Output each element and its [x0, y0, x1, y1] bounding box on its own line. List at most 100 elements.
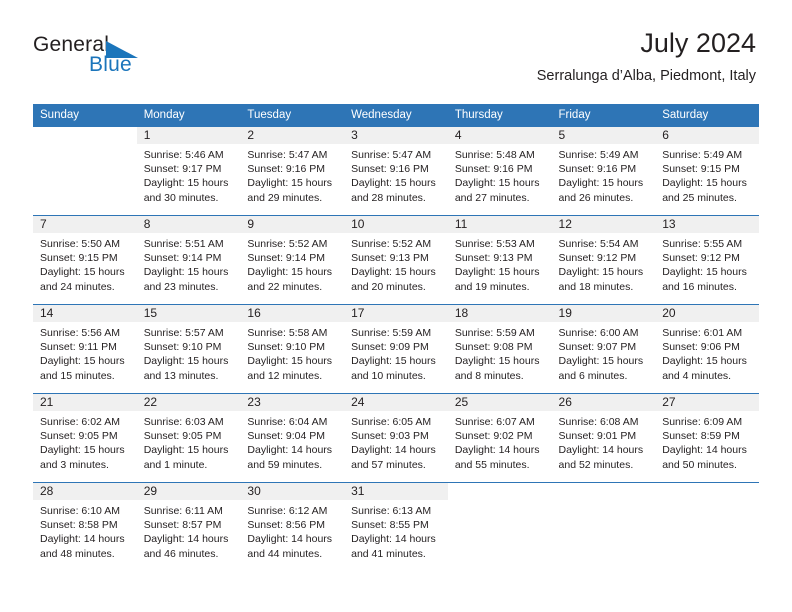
- calendar-day-cell[interactable]: 22 Sunrise: 6:03 AM Sunset: 9:05 PM Dayligh…: [136, 393, 241, 483]
- page-title: July 2024: [640, 28, 756, 58]
- daylight-duration-line2: and 6 minutes.: [558, 369, 628, 382]
- calendar-day-cell[interactable]: 2 Sunrise: 5:47 AM Sunset: 9:16 PM Daylight…: [240, 126, 345, 216]
- day-cell-inner: [552, 483, 656, 571]
- day-cell-inner: 5 Sunrise: 5:49 AM Sunset: 9:16 PM Daylight…: [551, 127, 656, 215]
- calendar-week-row: 21 Sunrise: 6:02 AM Sunset: 9:05 PM Dayligh…: [33, 393, 759, 483]
- day-number: 23: [240, 394, 345, 411]
- calendar-day-cell[interactable]: 31 Sunrise: 6:13 AM Sunset: 8:55 PM Dayligh…: [344, 482, 448, 571]
- day-details: Sunrise: 6:09 AM Sunset: 8:59 PM Daylight:…: [655, 411, 759, 472]
- day-cell-inner: 23 Sunrise: 6:04 AM Sunset: 9:04 PM Dayligh…: [240, 394, 345, 482]
- calendar-day-cell[interactable]: 10 Sunrise: 5:52 AM Sunset: 9:13 PM Dayligh…: [344, 215, 448, 305]
- day-number: [33, 127, 137, 144]
- calendar-day-cell[interactable]: 1 Sunrise: 5:46 AM Sunset: 9:17 PM Daylight…: [136, 126, 241, 216]
- calendar-day-cell-empty: [447, 482, 552, 571]
- weekday-header-saturday: Saturday: [655, 104, 759, 127]
- day-cell-inner: 14 Sunrise: 5:56 AM Sunset: 9:11 PM Dayligh…: [33, 305, 137, 393]
- day-number: 9: [240, 216, 345, 233]
- calendar-day-cell[interactable]: 13 Sunrise: 5:55 AM Sunset: 9:12 PM Dayligh…: [655, 215, 759, 305]
- day-number: 13: [655, 216, 759, 233]
- calendar-day-cell[interactable]: 16 Sunrise: 5:58 AM Sunset: 9:10 PM Dayligh…: [240, 304, 345, 394]
- calendar-day-cell[interactable]: 25 Sunrise: 6:07 AM Sunset: 9:02 PM Dayligh…: [447, 393, 552, 483]
- calendar-day-cell[interactable]: 29 Sunrise: 6:11 AM Sunset: 8:57 PM Dayligh…: [136, 482, 241, 571]
- day-details: Sunrise: 5:59 AM Sunset: 9:08 PM Daylight:…: [448, 322, 552, 383]
- daylight-duration-line2: and 46 minutes.: [143, 547, 219, 560]
- calendar-day-cell[interactable]: 30 Sunrise: 6:12 AM Sunset: 8:56 PM Dayligh…: [240, 482, 345, 571]
- calendar-day-cell[interactable]: 8 Sunrise: 5:51 AM Sunset: 9:14 PM Daylight…: [136, 215, 241, 305]
- weekday-header-tuesday: Tuesday: [240, 104, 345, 127]
- calendar-day-cell[interactable]: 19 Sunrise: 6:00 AM Sunset: 9:07 PM Dayligh…: [551, 304, 656, 394]
- daylight-duration-line1: Daylight: 15 hours: [247, 266, 333, 279]
- calendar-day-cell[interactable]: 28 Sunrise: 6:10 AM Sunset: 8:58 PM Dayligh…: [33, 482, 137, 571]
- calendar-day-cell[interactable]: 9 Sunrise: 5:52 AM Sunset: 9:14 PM Daylight…: [240, 215, 345, 305]
- sunrise-time: Sunrise: 5:52 AM: [351, 238, 432, 250]
- daylight-duration-line1: Daylight: 14 hours: [351, 533, 436, 546]
- sunrise-time: Sunrise: 5:52 AM: [247, 238, 328, 250]
- day-details: Sunrise: 6:07 AM Sunset: 9:02 PM Daylight:…: [448, 411, 552, 472]
- day-details: Sunrise: 6:10 AM Sunset: 8:58 PM Daylight:…: [33, 500, 137, 561]
- daylight-duration-line1: Daylight: 15 hours: [662, 177, 747, 190]
- calendar-day-cell[interactable]: 14 Sunrise: 5:56 AM Sunset: 9:11 PM Dayligh…: [33, 304, 137, 394]
- day-cell-inner: 13 Sunrise: 5:55 AM Sunset: 9:12 PM Dayligh…: [655, 216, 759, 304]
- calendar-day-cell[interactable]: 27 Sunrise: 6:09 AM Sunset: 8:59 PM Dayligh…: [655, 393, 759, 483]
- daylight-duration-line2: and 27 minutes.: [454, 191, 530, 204]
- day-number: 11: [447, 216, 552, 233]
- calendar-day-cell[interactable]: 21 Sunrise: 6:02 AM Sunset: 9:05 PM Dayligh…: [33, 393, 137, 483]
- sunrise-time: Sunrise: 5:56 AM: [40, 327, 120, 339]
- daylight-duration-line1: Daylight: 15 hours: [143, 177, 229, 190]
- day-cell-inner: 1 Sunrise: 5:46 AM Sunset: 9:17 PM Daylight…: [136, 127, 241, 215]
- day-details: Sunrise: 6:02 AM Sunset: 9:05 PM Daylight:…: [33, 411, 137, 472]
- day-cell-inner: 8 Sunrise: 5:51 AM Sunset: 9:14 PM Daylight…: [136, 216, 241, 304]
- sunset-time: Sunset: 9:04 PM: [247, 430, 326, 443]
- daylight-duration-line1: Daylight: 15 hours: [143, 266, 229, 279]
- day-cell-inner: 4 Sunrise: 5:48 AM Sunset: 9:16 PM Daylight…: [447, 127, 552, 215]
- daylight-duration-line2: and 13 minutes.: [143, 369, 219, 382]
- day-cell-inner: 3 Sunrise: 5:47 AM Sunset: 9:16 PM Daylight…: [344, 127, 448, 215]
- calendar-day-cell[interactable]: 3 Sunrise: 5:47 AM Sunset: 9:16 PM Daylight…: [344, 126, 448, 216]
- day-details: Sunrise: 5:52 AM Sunset: 9:13 PM Daylight:…: [344, 233, 448, 294]
- calendar-day-cell[interactable]: 26 Sunrise: 6:08 AM Sunset: 9:01 PM Dayligh…: [551, 393, 656, 483]
- daylight-duration-line2: and 59 minutes.: [247, 458, 323, 471]
- calendar-day-cell[interactable]: 6 Sunrise: 5:49 AM Sunset: 9:15 PM Daylight…: [655, 126, 759, 216]
- calendar-day-cell[interactable]: 24 Sunrise: 6:05 AM Sunset: 9:03 PM Dayligh…: [344, 393, 448, 483]
- calendar-day-cell[interactable]: 20 Sunrise: 6:01 AM Sunset: 9:06 PM Dayligh…: [655, 304, 759, 394]
- calendar-day-cell[interactable]: 4 Sunrise: 5:48 AM Sunset: 9:16 PM Daylight…: [447, 126, 552, 216]
- general-blue-logo[interactable]: General Blue: [33, 33, 153, 81]
- daylight-duration-line2: and 16 minutes.: [662, 280, 737, 293]
- sunset-time: Sunset: 9:02 PM: [454, 430, 533, 443]
- calendar-day-cell[interactable]: 5 Sunrise: 5:49 AM Sunset: 9:16 PM Daylight…: [551, 126, 656, 216]
- daylight-duration-line2: and 44 minutes.: [247, 547, 323, 560]
- day-cell-inner: 28 Sunrise: 6:10 AM Sunset: 8:58 PM Dayligh…: [33, 483, 137, 571]
- sunrise-time: Sunrise: 5:47 AM: [247, 149, 328, 161]
- daylight-duration-line1: Daylight: 15 hours: [454, 177, 540, 190]
- day-details: Sunrise: 5:53 AM Sunset: 9:13 PM Daylight:…: [448, 233, 552, 294]
- day-number: 19: [551, 305, 656, 322]
- calendar-day-cell[interactable]: 15 Sunrise: 5:57 AM Sunset: 9:10 PM Dayligh…: [136, 304, 241, 394]
- day-number: 7: [33, 216, 137, 233]
- sunset-time: Sunset: 9:10 PM: [247, 341, 326, 354]
- calendar-day-cell[interactable]: 18 Sunrise: 5:59 AM Sunset: 9:08 PM Dayligh…: [447, 304, 552, 394]
- daylight-duration-line1: Daylight: 14 hours: [247, 444, 333, 457]
- daylight-duration-line1: Daylight: 15 hours: [351, 266, 436, 279]
- day-number: 31: [344, 483, 448, 500]
- weekday-header-sunday: Sunday: [33, 104, 137, 127]
- day-number: 10: [344, 216, 448, 233]
- calendar-body: 1 Sunrise: 5:46 AM Sunset: 9:17 PM Daylight…: [33, 126, 759, 571]
- day-number: 4: [447, 127, 552, 144]
- day-cell-inner: 22 Sunrise: 6:03 AM Sunset: 9:05 PM Dayligh…: [136, 394, 241, 482]
- calendar-day-cell[interactable]: 23 Sunrise: 6:04 AM Sunset: 9:04 PM Dayligh…: [240, 393, 345, 483]
- day-details: Sunrise: 5:55 AM Sunset: 9:12 PM Daylight:…: [655, 233, 759, 294]
- day-cell-inner: 24 Sunrise: 6:05 AM Sunset: 9:03 PM Dayligh…: [344, 394, 448, 482]
- day-details: Sunrise: 5:50 AM Sunset: 9:15 PM Daylight:…: [33, 233, 137, 294]
- calendar-day-cell[interactable]: 7 Sunrise: 5:50 AM Sunset: 9:15 PM Daylight…: [33, 215, 137, 305]
- sunset-time: Sunset: 9:07 PM: [558, 341, 637, 354]
- day-number: [448, 483, 552, 500]
- day-details: Sunrise: 5:46 AM Sunset: 9:17 PM Daylight:…: [137, 144, 241, 205]
- calendar-day-cell[interactable]: 17 Sunrise: 5:59 AM Sunset: 9:09 PM Dayligh…: [344, 304, 448, 394]
- day-number: 15: [136, 305, 241, 322]
- daylight-duration-line1: Daylight: 14 hours: [558, 444, 644, 457]
- sunset-time: Sunset: 9:09 PM: [351, 341, 429, 354]
- sunrise-time: Sunrise: 6:03 AM: [143, 416, 224, 428]
- calendar-day-cell[interactable]: 11 Sunrise: 5:53 AM Sunset: 9:13 PM Dayligh…: [447, 215, 552, 305]
- daylight-duration-line2: and 20 minutes.: [351, 280, 426, 293]
- calendar-day-cell[interactable]: 12 Sunrise: 5:54 AM Sunset: 9:12 PM Dayligh…: [551, 215, 656, 305]
